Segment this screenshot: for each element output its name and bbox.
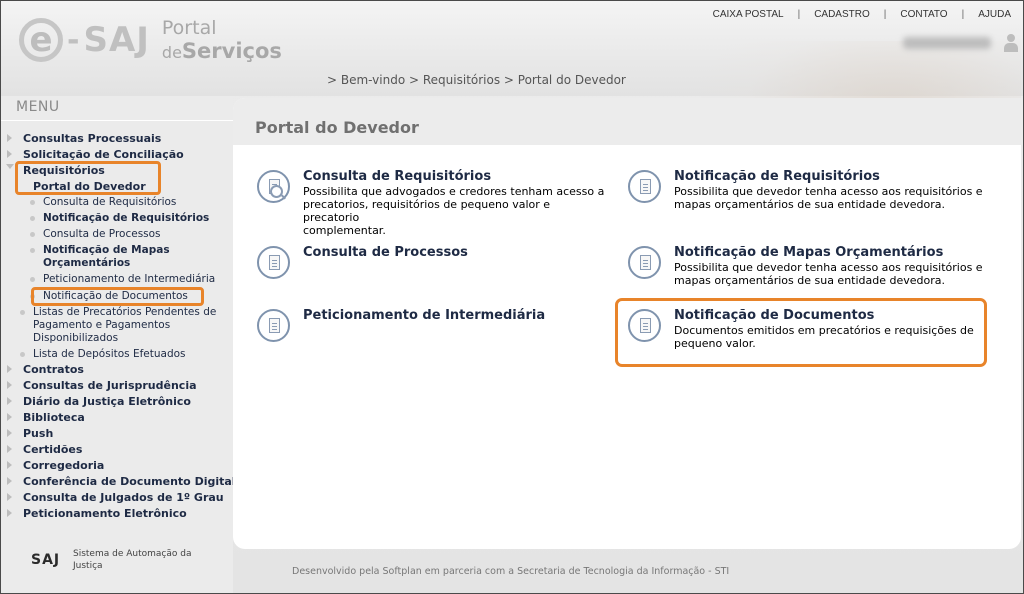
contato-link[interactable]: CONTATO — [900, 9, 947, 20]
top-nav: CAIXA POSTAL | CADASTRO | CONTATO | AJUD… — [712, 9, 1011, 20]
expand-arrow-icon — [7, 413, 12, 421]
card-peticionamento-intermediaria[interactable]: Peticionamento de Intermediária — [257, 308, 607, 345]
card-description: Possibilita que devedor tenha acesso aos… — [674, 185, 983, 211]
menu-title: MENU — [16, 99, 60, 115]
footer-credit: Desenvolvido pela Softplan em parceria c… — [292, 566, 730, 577]
bullet-icon — [20, 310, 25, 315]
user-name-blurred — [903, 37, 991, 49]
app-window: e - SAJ Portal deServiços CAIXA POSTAL |… — [0, 0, 1024, 594]
menu-item-peticionamento-eletronico[interactable]: Peticionamento Eletrônico — [7, 507, 187, 520]
expand-arrow-icon — [7, 397, 12, 405]
bullet-icon — [30, 277, 35, 282]
card-title[interactable]: Consulta de Processos — [303, 245, 468, 260]
expand-arrow-icon — [7, 509, 12, 517]
menu-item-lista-depositos[interactable]: Lista de Depósitos Efetuados — [20, 348, 186, 361]
ajuda-link[interactable]: AJUDA — [978, 9, 1011, 20]
document-icon — [257, 309, 290, 342]
document-icon — [628, 170, 661, 203]
bullet-icon — [30, 294, 35, 299]
menu-item-diario-justica[interactable]: Diário da Justiça Eletrônico — [7, 395, 191, 408]
menu-item-consulta-julgados[interactable]: Consulta de Julgados de 1º Grau — [7, 491, 224, 504]
menu-item-push[interactable]: Push — [7, 427, 53, 440]
card-consulta-processos[interactable]: Consulta de Processos — [257, 245, 607, 282]
card-consulta-requisitorios[interactable]: Consulta de Requisitórios Possibilita qu… — [257, 169, 607, 237]
card-title[interactable]: Peticionamento de Intermediária — [303, 308, 545, 323]
user-icon[interactable] — [1003, 34, 1019, 52]
card-description: Documentos emitidos em precatórios e req… — [674, 324, 974, 350]
expand-arrow-icon — [7, 134, 12, 142]
submenu-consulta-requisitorios[interactable]: Consulta de Requisitórios — [30, 196, 176, 209]
bullet-icon — [20, 352, 25, 357]
saj-footer-text: Sistema de Automação da Justiça — [73, 549, 192, 571]
expand-arrow-icon — [7, 445, 12, 453]
card-title[interactable]: Notificação de Mapas Orçamentários — [674, 245, 943, 260]
menu-item-solicitacao-conciliacao[interactable]: Solicitação de Conciliação — [7, 148, 184, 161]
page-title: Portal do Devedor — [255, 118, 419, 137]
caixa-postal-link[interactable]: CAIXA POSTAL — [713, 9, 784, 20]
menu-item-conferencia-documento[interactable]: Conferência de Documento Digital — [7, 475, 236, 488]
bullet-icon — [30, 200, 35, 205]
document-icon — [628, 246, 661, 279]
expand-arrow-icon — [7, 150, 12, 158]
submenu-peticionamento-intermediaria[interactable]: Peticionamento de Intermediária — [30, 273, 215, 286]
card-title[interactable]: Notificação de Documentos — [674, 308, 874, 323]
menu-item-portal-devedor[interactable]: Portal do Devedor — [33, 180, 146, 193]
card-notificacao-mapas[interactable]: Notificação de Mapas Orçamentários Possi… — [628, 245, 988, 296]
esaj-logo[interactable]: e - SAJ Portal deServiços — [19, 15, 282, 65]
expand-arrow-icon — [7, 461, 12, 469]
logo-saj-text: SAJ — [83, 20, 150, 60]
bullet-icon — [30, 232, 35, 237]
menu-item-consultas-jurisprudencia[interactable]: Consultas de Jurisprudência — [7, 379, 197, 392]
menu-item-consultas-processuais[interactable]: Consultas Processuais — [7, 132, 161, 145]
submenu-notificacao-mapas[interactable]: Notificação de Mapas Orçamentários — [30, 244, 170, 270]
document-icon — [628, 309, 661, 342]
expand-arrow-icon — [7, 493, 12, 501]
card-description: Possibilita que advogados e credores ten… — [303, 185, 605, 237]
collapse-arrow-icon — [6, 164, 14, 169]
card-notificacao-documentos[interactable]: Notificação de Documentos Documentos emi… — [628, 308, 988, 359]
expand-arrow-icon — [7, 477, 12, 485]
cadastro-link[interactable]: CADASTRO — [814, 9, 870, 20]
menu-item-biblioteca[interactable]: Biblioteca — [7, 411, 85, 424]
submenu-notificacao-documentos[interactable]: Notificação de Documentos — [30, 290, 188, 303]
bullet-icon — [30, 248, 35, 253]
logo-portal-text: Portal deServiços — [161, 17, 282, 63]
menu-divider — [1, 120, 233, 121]
card-title[interactable]: Notificação de Requisitórios — [674, 169, 880, 184]
menu-item-corregedoria[interactable]: Corregedoria — [7, 459, 104, 472]
saj-footer-logo: SAJ — [31, 552, 61, 568]
expand-arrow-icon — [7, 381, 12, 389]
menu-item-requisitorios[interactable]: Requisitórios — [6, 164, 105, 177]
menu-item-contratos[interactable]: Contratos — [7, 363, 84, 376]
menu-item-certidoes[interactable]: Certidões — [7, 443, 82, 456]
submenu-notificacao-requisitorios[interactable]: Notificação de Requisitórios — [30, 212, 209, 225]
submenu-consulta-processos[interactable]: Consulta de Processos — [30, 228, 161, 241]
expand-arrow-icon — [7, 429, 12, 437]
card-description: Possibilita que devedor tenha acesso aos… — [674, 261, 983, 287]
document-search-icon — [257, 170, 290, 203]
card-notificacao-requisitorios[interactable]: Notificação de Requisitórios Possibilita… — [628, 169, 988, 220]
document-icon — [257, 246, 290, 279]
bullet-icon — [30, 216, 35, 221]
expand-arrow-icon — [7, 365, 12, 373]
menu-item-listas-precatorios[interactable]: Listas de Precatórios Pendentes de Pagame… — [20, 306, 216, 345]
breadcrumb: > Bem-vindo > Requisitórios > Portal do … — [327, 73, 626, 87]
header: e - SAJ Portal deServiços CAIXA POSTAL |… — [1, 1, 1023, 211]
esaj-e-mark: e — [19, 18, 63, 62]
card-title[interactable]: Consulta de Requisitórios — [303, 169, 491, 184]
